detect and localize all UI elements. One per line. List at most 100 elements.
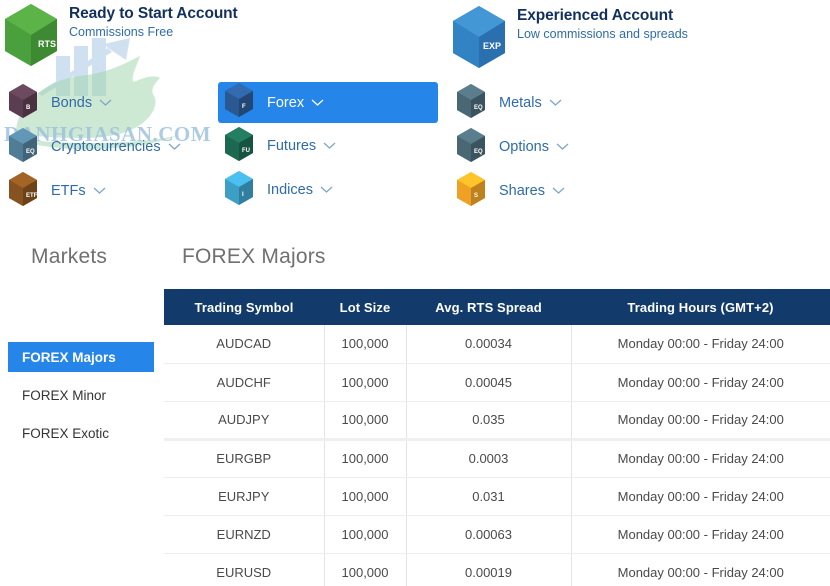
- chevron-down-icon[interactable]: [556, 138, 569, 156]
- etfs-hexagon-icon: ETF: [7, 171, 39, 212]
- account-header-ready-to-start: RTS Ready to Start Account Commissions F…: [2, 2, 238, 73]
- instrument-menu-item-forex[interactable]: F Forex: [218, 82, 438, 123]
- instrument-menu-label: Bonds: [51, 95, 93, 111]
- table-row: AUDCHF 100,000 0.00045 Monday 00:00 - Frida…: [164, 363, 830, 402]
- chevron-down-icon[interactable]: [323, 137, 336, 155]
- cell-trading-symbol: EURGBP: [164, 437, 325, 478]
- cell-trading-hours: Monday 00:00 - Friday 24:00: [571, 477, 830, 516]
- cell-lot-size: 100,000: [324, 437, 407, 478]
- table-row: AUDJPY 100,000 0.035 Monday 00:00 - Friday …: [164, 401, 830, 440]
- chevron-down-icon[interactable]: [311, 94, 324, 112]
- cell-trading-hours: Monday 00:00 - Friday 24:00: [571, 363, 830, 402]
- instrument-menu-column-2: F Forex FU Futures I Indices: [218, 82, 438, 213]
- cell-lot-size: 100,000: [324, 477, 407, 516]
- sidebar-item-forex-majors[interactable]: FOREX Majors: [8, 342, 154, 372]
- table-row: EURNZD 100,000 0.00063 Monday 00:00 - Frida…: [164, 515, 830, 554]
- sidebar-item-label: FOREX Majors: [22, 349, 116, 365]
- cell-trading-hours: Monday 00:00 - Friday 24:00: [571, 515, 830, 554]
- column-header-lot-size[interactable]: Lot Size: [324, 289, 406, 325]
- spreads-table-wrapper: Trading Symbol Lot Size Avg. RTS Spread …: [164, 289, 830, 586]
- instrument-menu-label: ETFs: [51, 183, 86, 199]
- chevron-down-icon[interactable]: [99, 94, 112, 112]
- cell-trading-symbol: EURUSD: [164, 553, 325, 586]
- instrument-menu-item-indices[interactable]: I Indices: [218, 169, 438, 211]
- spreads-table: Trading Symbol Lot Size Avg. RTS Spread …: [164, 289, 830, 586]
- cell-trading-symbol: EURNZD: [164, 515, 325, 554]
- sidebar-item-label: FOREX Minor: [22, 387, 107, 403]
- svg-text:RTS: RTS: [38, 39, 56, 49]
- table-row: EURUSD 100,000 0.00019 Monday 00:00 - Frida…: [164, 553, 830, 586]
- svg-text:EQ: EQ: [474, 105, 483, 111]
- cell-lot-size: 100,000: [324, 515, 407, 554]
- instrument-menu-item-options[interactable]: EQ Options: [450, 126, 670, 168]
- instrument-menu-column-3: EQ Metals EQ Options S Shares: [450, 82, 670, 214]
- sidebar-item-forex-minor[interactable]: FOREX Minor: [8, 380, 154, 410]
- cell-avg-spread: 0.00063: [406, 515, 572, 554]
- chevron-down-icon[interactable]: [320, 181, 333, 199]
- account-subtitle: Commissions Free: [69, 24, 174, 39]
- svg-text:ETF: ETF: [26, 193, 38, 199]
- instrument-menu-item-cryptocurrencies[interactable]: EQ Cryptocurrencies: [2, 126, 207, 168]
- sidebar-item-forex-exotic[interactable]: FOREX Exotic: [8, 418, 154, 448]
- sidebar-item-label: FOREX Exotic: [22, 425, 110, 441]
- shares-hexagon-icon: S: [455, 171, 487, 212]
- markets-sidebar: FOREX Majors FOREX Minor FOREX Exotic: [8, 342, 154, 456]
- instrument-menu-item-futures[interactable]: FU Futures: [218, 125, 438, 167]
- table-heading: FOREX Majors: [182, 245, 326, 268]
- column-header-avg-spread[interactable]: Avg. RTS Spread: [406, 289, 571, 325]
- table-header-row: Trading Symbol Lot Size Avg. RTS Spread …: [164, 289, 830, 325]
- exp-hexagon-icon: EXP: [450, 4, 508, 75]
- cell-lot-size: 100,000: [324, 363, 407, 402]
- svg-text:S: S: [474, 193, 478, 199]
- instrument-menu-label: Cryptocurrencies: [51, 139, 161, 155]
- cell-avg-spread: 0.00045: [406, 363, 572, 402]
- cell-trading-symbol: AUDCHF: [164, 363, 325, 402]
- rts-hexagon-icon: RTS: [2, 2, 60, 73]
- cell-lot-size: 100,000: [324, 325, 407, 364]
- svg-text:FU: FU: [242, 148, 250, 154]
- bonds-hexagon-icon: B: [7, 83, 39, 124]
- chevron-down-icon[interactable]: [549, 94, 562, 112]
- chevron-down-icon[interactable]: [93, 182, 106, 200]
- table-row: EURJPY 100,000 0.031 Monday 00:00 - Friday …: [164, 477, 830, 516]
- futures-hexagon-icon: FU: [223, 126, 255, 167]
- instrument-menu-item-etfs[interactable]: ETF ETFs: [2, 170, 207, 212]
- chevron-down-icon[interactable]: [552, 182, 565, 200]
- svg-text:EQ: EQ: [474, 149, 483, 155]
- markets-heading: Markets: [31, 245, 108, 268]
- table-row: AUDCAD 100,000 0.00034 Monday 00:00 - Frida…: [164, 325, 830, 364]
- indices-hexagon-icon: I: [223, 170, 255, 211]
- table-row: EURGBP 100,000 0.0003 Monday 00:00 - Friday…: [164, 437, 830, 478]
- account-title: Ready to Start Account: [69, 5, 238, 22]
- instrument-menu-item-bonds[interactable]: B Bonds: [2, 82, 207, 124]
- cell-trading-symbol: AUDJPY: [164, 401, 325, 440]
- forex-hexagon-icon: F: [223, 82, 255, 123]
- instrument-menu-column-1: B Bonds EQ Cryptocurrencies ETF ETFs: [2, 82, 207, 214]
- cell-avg-spread: 0.00019: [406, 553, 572, 586]
- cell-avg-spread: 0.0003: [406, 437, 572, 478]
- instrument-menu-item-shares[interactable]: S Shares: [450, 170, 670, 212]
- markets-spreads-page: DANHGIASAN.COM RTS Ready to Start Accoun…: [0, 0, 830, 586]
- instrument-menu-label: Options: [499, 139, 549, 155]
- cell-avg-spread: 0.035: [406, 401, 572, 440]
- cell-trading-hours: Monday 00:00 - Friday 24:00: [571, 325, 830, 364]
- cell-trading-symbol: EURJPY: [164, 477, 325, 516]
- column-header-trading-hours[interactable]: Trading Hours (GMT+2): [571, 289, 830, 325]
- chevron-down-icon[interactable]: [168, 138, 181, 156]
- account-header-experienced: EXP Experienced Account Low commissions …: [450, 4, 688, 75]
- cell-trading-hours: Monday 00:00 - Friday 24:00: [571, 437, 830, 478]
- instrument-menu-label: Indices: [267, 182, 313, 198]
- cell-avg-spread: 0.00034: [406, 325, 572, 364]
- svg-text:F: F: [242, 104, 246, 110]
- cryptocurrencies-hexagon-icon: EQ: [7, 127, 39, 168]
- instrument-menu-label: Metals: [499, 95, 542, 111]
- account-subtitle: Low commissions and spreads: [517, 26, 688, 41]
- metals-hexagon-icon: EQ: [455, 83, 487, 124]
- instrument-menu-item-metals[interactable]: EQ Metals: [450, 82, 670, 124]
- options-hexagon-icon: EQ: [455, 127, 487, 168]
- cell-lot-size: 100,000: [324, 553, 407, 586]
- svg-text:EXP: EXP: [483, 41, 501, 51]
- table-head: Trading Symbol Lot Size Avg. RTS Spread …: [164, 289, 830, 325]
- column-header-trading-symbol[interactable]: Trading Symbol: [164, 289, 324, 325]
- instrument-menu-label: Shares: [499, 183, 545, 199]
